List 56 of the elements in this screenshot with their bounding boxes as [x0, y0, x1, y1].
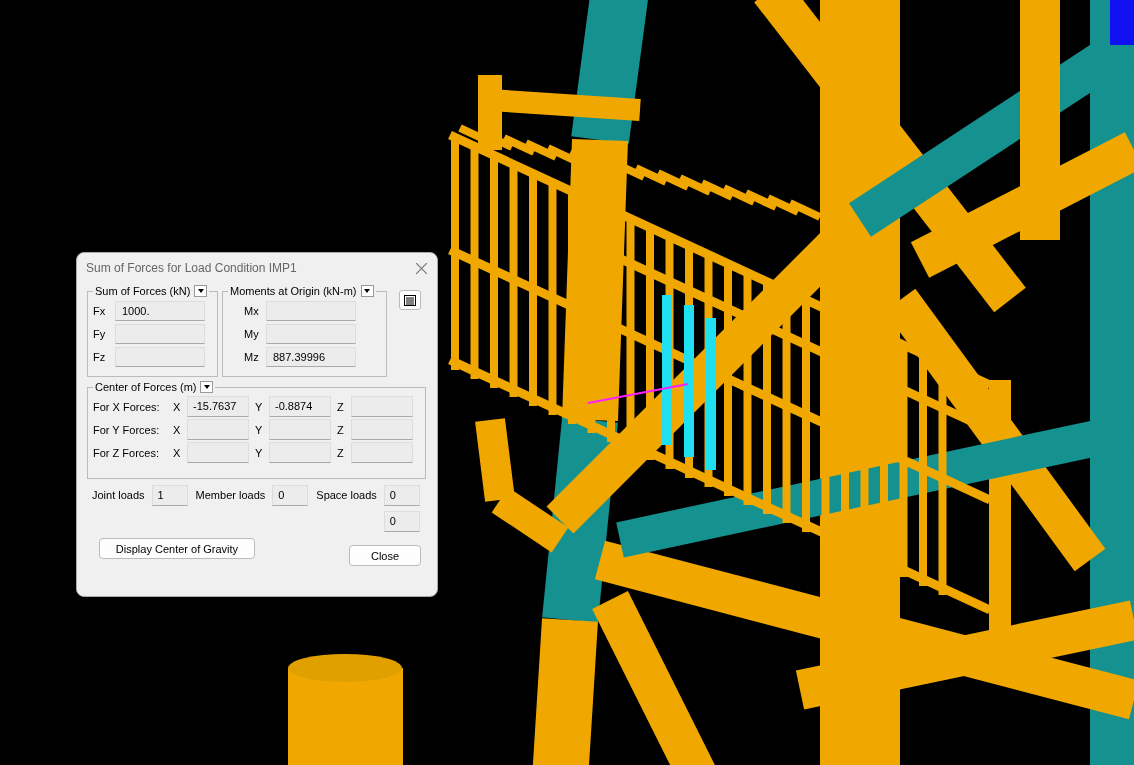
value-field[interactable]: 1 [151, 485, 188, 506]
value-field[interactable]: 1000. [115, 300, 205, 321]
value-field[interactable] [266, 300, 356, 321]
axis-label: Z [337, 400, 345, 413]
field-label: Member loads [195, 488, 266, 503]
value-field[interactable] [351, 396, 413, 417]
field-label: Fz [93, 350, 107, 363]
list-button[interactable] [399, 290, 421, 310]
value-field[interactable]: -0.8874 [269, 396, 331, 417]
value-field[interactable]: 0 [272, 485, 309, 506]
field-label: My [244, 327, 260, 340]
axis-label: Y [255, 446, 264, 459]
value-field[interactable] [115, 346, 205, 367]
field-label: Mz [244, 350, 260, 363]
field-label: Joint loads [92, 488, 145, 503]
axis-label: X [173, 423, 182, 436]
close-icon [416, 262, 427, 274]
caret-icon [197, 289, 204, 293]
dropdown-button[interactable] [360, 285, 374, 297]
row-label: For Z Forces: [93, 446, 160, 459]
value-field[interactable] [266, 323, 356, 344]
window-title: Sum of Forces for Load Condition IMP1 [86, 261, 297, 275]
value-field[interactable]: 887.39996 [266, 346, 356, 367]
display-center-of-gravity-button[interactable]: Display Center of Gravity [99, 538, 255, 559]
value-field[interactable] [187, 419, 249, 440]
close-button[interactable] [414, 260, 429, 276]
dropdown-button[interactable] [194, 285, 208, 297]
value-field[interactable]: 0 [383, 485, 420, 506]
group-title: Center of Forces (m) [95, 381, 197, 393]
value-field[interactable] [269, 419, 331, 440]
value-field[interactable] [187, 442, 249, 463]
group-title: Moments at Origin (kN-m) [230, 285, 357, 297]
caret-icon [203, 385, 210, 389]
axis-label: Y [255, 400, 264, 413]
field-label: Space loads [316, 488, 377, 503]
axis-label: Z [337, 423, 345, 436]
value-field[interactable]: 0 [383, 511, 420, 532]
field-label: Mx [244, 304, 260, 317]
value-field[interactable]: -15.7637 [187, 396, 249, 417]
axis-label: X [173, 446, 182, 459]
value-field[interactable] [269, 442, 331, 463]
row-label: For X Forces: [93, 400, 161, 413]
value-field[interactable] [351, 419, 413, 440]
field-label: Fy [93, 327, 107, 340]
caret-icon [364, 289, 371, 293]
axis-label: Y [255, 423, 264, 436]
value-field[interactable] [115, 323, 205, 344]
group-title: Sum of Forces (kN) [95, 285, 191, 297]
axis-label: Z [337, 446, 345, 459]
axis-label: X [173, 400, 182, 413]
dropdown-button[interactable] [200, 381, 214, 393]
row-label: For Y Forces: [93, 423, 161, 436]
close-dialog-button[interactable]: Close [349, 545, 421, 566]
value-field[interactable] [351, 442, 413, 463]
list-icon [404, 294, 416, 306]
field-label: Fx [93, 304, 107, 317]
